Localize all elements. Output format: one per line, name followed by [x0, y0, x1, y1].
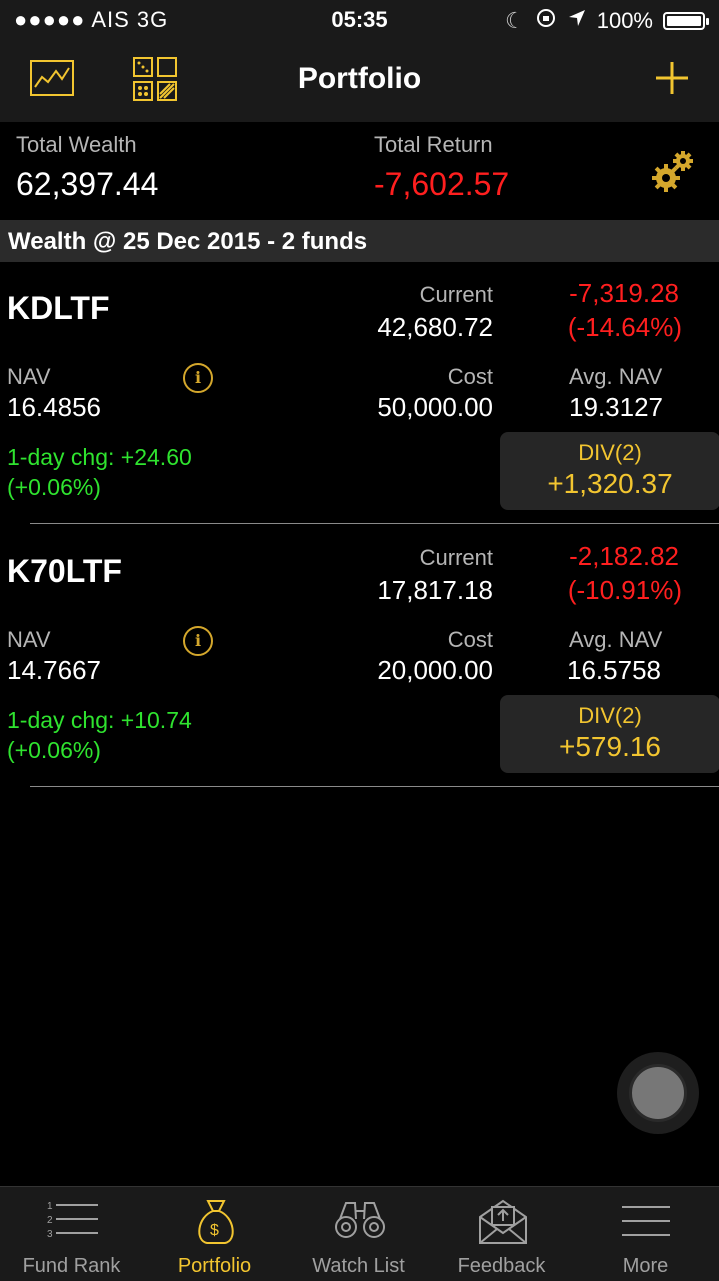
tab-feedback[interactable]: Feedback	[430, 1187, 573, 1281]
avg-nav-value: 16.5758	[567, 655, 661, 685]
tab-label: Feedback	[457, 1255, 546, 1277]
nav-label: NAV	[7, 627, 51, 652]
cost-value: 20,000.00	[377, 655, 493, 685]
tab-fund-rank[interactable]: 1 2 3 Fund Rank	[0, 1187, 143, 1281]
day-change-percent: (+0.06%)	[7, 737, 101, 763]
profit-loss-value: -7,319.28	[569, 278, 679, 308]
total-wealth-value: 62,397.44	[16, 166, 159, 202]
current-label: Current	[419, 282, 493, 307]
tab-label: Fund Rank	[22, 1255, 121, 1277]
avg-nav-label: Avg. NAV	[569, 364, 663, 389]
rotation-lock-icon	[535, 7, 557, 35]
tab-label: Portfolio	[177, 1255, 252, 1277]
location-arrow-icon	[567, 8, 587, 34]
dividend-button[interactable]: DIV(2) +579.16	[500, 695, 719, 773]
menu-icon	[622, 1206, 670, 1236]
current-value: 42,680.72	[377, 312, 493, 342]
svg-text:2: 2	[47, 1215, 53, 1226]
tab-portfolio[interactable]: $ Portfolio	[143, 1187, 286, 1281]
dividend-label: DIV(2)	[578, 440, 642, 465]
money-bag-icon: $	[198, 1200, 234, 1244]
fund-name: KDLTF	[7, 290, 110, 326]
divider	[30, 523, 719, 524]
battery-icon	[663, 12, 709, 30]
profit-loss-percent: (-14.64%)	[567, 312, 682, 342]
divider	[30, 786, 719, 787]
profit-loss-value: -2,182.82	[569, 541, 679, 571]
section-header-text: Wealth @ 25 Dec 2015 - 2 funds	[8, 228, 368, 255]
add-icon[interactable]	[654, 60, 690, 101]
tab-label: More	[622, 1255, 669, 1277]
cost-value: 50,000.00	[377, 392, 493, 422]
avg-nav-label: Avg. NAV	[569, 627, 663, 652]
cost-label: Cost	[447, 364, 493, 389]
numbered-list-icon: 1 2 3	[47, 1201, 98, 1240]
info-icon[interactable]: i	[183, 626, 213, 656]
info-icon[interactable]: i	[183, 363, 213, 393]
day-change-percent: (+0.06%)	[7, 474, 101, 500]
total-return-label: Total Return	[374, 132, 493, 157]
day-change: 1-day chg: +24.60	[7, 444, 192, 470]
fund-card[interactable]: KDLTF Current 42,680.72 -7,319.28 (-14.6…	[0, 262, 719, 524]
total-wealth-label: Total Wealth	[16, 132, 137, 157]
assistive-touch-inner	[629, 1064, 687, 1122]
binoculars-icon	[335, 1202, 385, 1238]
dividend-value: +579.16	[559, 731, 661, 762]
page-title: Portfolio	[297, 62, 422, 95]
status-bar: ●●●●● AIS 3G 05:35 ☾ 100%	[0, 0, 719, 40]
total-return-value: -7,602.57	[374, 166, 510, 202]
svg-text:3: 3	[47, 1229, 53, 1240]
nav-value: 14.7667	[7, 655, 101, 685]
current-value: 17,817.18	[377, 575, 493, 605]
nav-value: 16.4856	[7, 392, 101, 422]
svg-text:$: $	[210, 1222, 219, 1239]
nav-bar: Portfolio	[0, 40, 719, 122]
day-change: 1-day chg: +10.74	[7, 707, 192, 733]
moon-icon: ☾	[504, 8, 525, 33]
current-label: Current	[419, 545, 493, 570]
settings-gears-icon[interactable]	[650, 148, 696, 199]
avg-nav-value: 19.3127	[569, 392, 663, 422]
tab-bar: 1 2 3 Fund Rank $ Portfolio Watch List F…	[0, 1186, 719, 1281]
battery-percent: 100%	[596, 8, 653, 33]
profit-loss-percent: (-10.91%)	[567, 575, 682, 605]
nav-label: NAV	[7, 364, 51, 389]
dividend-value: +1,320.37	[547, 468, 673, 499]
svg-text:1: 1	[47, 1201, 53, 1212]
portfolio-summary: Total Wealth 62,397.44 Total Return -7,6…	[0, 122, 719, 220]
envelope-icon	[479, 1199, 527, 1244]
fund-name: K70LTF	[7, 553, 122, 589]
section-header: Wealth @ 25 Dec 2015 - 2 funds	[0, 220, 719, 262]
tab-watch-list[interactable]: Watch List	[287, 1187, 430, 1281]
cost-label: Cost	[447, 627, 493, 652]
status-right: ☾ 100%	[504, 7, 709, 35]
tab-label: Watch List	[312, 1255, 405, 1277]
dividend-label: DIV(2)	[578, 703, 642, 728]
fund-card[interactable]: K70LTF Current 17,817.18 -2,182.82 (-10.…	[0, 525, 719, 787]
dividend-button[interactable]: DIV(2) +1,320.37	[500, 432, 719, 510]
tab-more[interactable]: More	[574, 1187, 717, 1281]
